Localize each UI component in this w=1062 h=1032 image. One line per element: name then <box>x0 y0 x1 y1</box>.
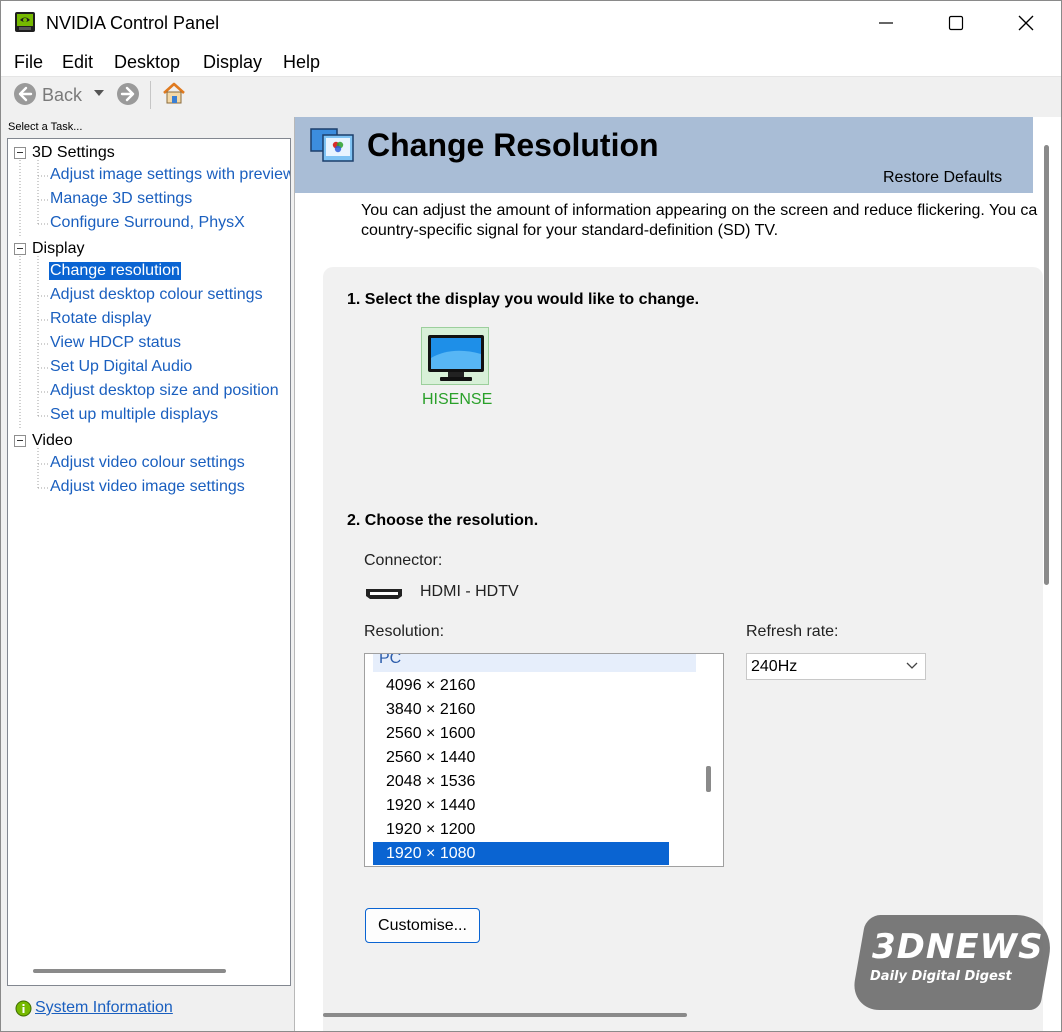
tree-item-configure-surround[interactable]: Configure Surround, PhysX <box>49 214 246 232</box>
toolbar: Back <box>1 77 1061 115</box>
customise-button[interactable]: Customise... <box>365 908 480 943</box>
tree-item-adjust-image-settings[interactable]: Adjust image settings with preview <box>49 166 290 184</box>
back-arrow-icon[interactable] <box>13 82 37 106</box>
select-task-label: Select a Task... <box>8 121 83 133</box>
change-resolution-icon <box>310 128 354 162</box>
system-information-link[interactable]: System Information <box>35 999 173 1017</box>
step-1-heading: 1. Select the display you would like to … <box>347 291 700 308</box>
toolbar-separator <box>150 81 151 109</box>
resolution-label: Resolution: <box>364 623 445 640</box>
watermark-tagline: Daily Digital Digest <box>870 969 1012 984</box>
3dnews-watermark: 3DNEWS Daily Digital Digest <box>849 909 1057 1014</box>
menu-display[interactable]: Display <box>203 52 262 73</box>
task-tree: 3D Settings Adjust image settings with p… <box>7 138 291 986</box>
display-tile-hisense[interactable] <box>421 327 489 385</box>
menu-bar: File Edit Desktop Display Help <box>1 45 1061 77</box>
restore-defaults-link[interactable]: Restore Defaults <box>883 169 1002 187</box>
page-title: Change Resolution <box>367 127 659 163</box>
tree-item-set-up-digital-audio[interactable]: Set Up Digital Audio <box>49 358 193 376</box>
tree-item-adjust-desktop-size[interactable]: Adjust desktop size and position <box>49 382 280 400</box>
content-pane: Change Resolution Restore Defaults You c… <box>295 117 1061 1031</box>
nvidia-app-icon <box>15 12 35 32</box>
tree-item-adjust-video-image[interactable]: Adjust video image settings <box>49 478 246 496</box>
refresh-rate-value: 240Hz <box>751 658 798 675</box>
resolution-list[interactable]: PC 4096 × 2160 3840 × 2160 2560 × 1600 2… <box>364 653 724 867</box>
monitor-icon <box>428 335 484 381</box>
tree-item-manage-3d-settings[interactable]: Manage 3D settings <box>49 190 193 208</box>
title-bar: NVIDIA Control Panel <box>1 1 1061 45</box>
resolution-option[interactable]: 2560 × 1440 <box>373 746 669 769</box>
menu-desktop[interactable]: Desktop <box>114 52 180 73</box>
resolution-option[interactable]: 1920 × 1440 <box>373 794 669 817</box>
back-button-label[interactable]: Back <box>42 85 82 106</box>
resolution-option-selected[interactable]: 1920 × 1080 <box>373 842 669 865</box>
window-title: NVIDIA Control Panel <box>46 13 220 33</box>
hdmi-connector-icon <box>366 589 402 599</box>
minimize-icon <box>879 22 893 24</box>
nvidia-control-panel-window: NVIDIA Control Panel File Edit Desktop D… <box>0 0 1062 1032</box>
home-icon[interactable] <box>161 80 187 106</box>
resolution-option[interactable]: 1920 × 1200 <box>373 818 669 841</box>
maximize-button[interactable] <box>921 1 991 45</box>
tree-item-view-hdcp-status[interactable]: View HDCP status <box>49 334 182 352</box>
description-line-2: country-specific signal for your standar… <box>361 222 779 239</box>
tree-horizontal-scrollbar[interactable] <box>33 969 226 973</box>
page-description: You can adjust the amount of information… <box>361 201 1041 241</box>
refresh-rate-label: Refresh rate: <box>746 623 839 640</box>
forward-arrow-icon[interactable] <box>116 82 140 106</box>
menu-edit[interactable]: Edit <box>62 52 93 73</box>
display-name-label[interactable]: HISENSE <box>422 391 492 409</box>
history-dropdown-icon[interactable] <box>93 89 105 97</box>
connector-label: Connector: <box>364 552 443 569</box>
minimize-button[interactable] <box>851 1 921 45</box>
refresh-rate-dropdown[interactable]: 240Hz <box>746 653 926 680</box>
resolution-group-header: PC <box>373 654 696 672</box>
resolution-option[interactable]: 2560 × 1600 <box>373 722 669 745</box>
menu-help[interactable]: Help <box>283 52 320 73</box>
resolution-option[interactable]: 4096 × 2160 <box>373 674 669 697</box>
resolution-list-scrollbar[interactable] <box>706 766 711 792</box>
watermark-logo: 3DNEWS <box>872 927 1044 967</box>
content-horizontal-scrollbar[interactable] <box>323 1013 687 1017</box>
description-line-1: You can adjust the amount of information… <box>361 202 1038 219</box>
resolution-option[interactable]: 3840 × 2160 <box>373 698 669 721</box>
resolution-option[interactable]: 2048 × 1536 <box>373 770 669 793</box>
system-information-icon <box>15 1000 32 1017</box>
step-2-heading: 2. Choose the resolution. <box>347 512 539 529</box>
chevron-down-icon <box>906 662 918 669</box>
tree-connector-lines <box>19 160 48 489</box>
page-header-banner: Change Resolution Restore Defaults <box>295 117 1033 193</box>
close-button[interactable] <box>991 1 1061 45</box>
tree-item-set-up-multiple-displays[interactable]: Set up multiple displays <box>49 406 219 424</box>
tree-item-adjust-desktop-colour[interactable]: Adjust desktop colour settings <box>49 286 264 304</box>
tree-item-change-resolution[interactable]: Change resolution <box>49 262 181 280</box>
tree-item-adjust-video-colour[interactable]: Adjust video colour settings <box>49 454 246 472</box>
close-icon <box>1018 15 1034 31</box>
content-vertical-scrollbar[interactable] <box>1044 145 1049 585</box>
maximize-icon <box>948 15 964 31</box>
menu-file[interactable]: File <box>14 52 43 73</box>
connector-value: HDMI - HDTV <box>420 583 519 600</box>
